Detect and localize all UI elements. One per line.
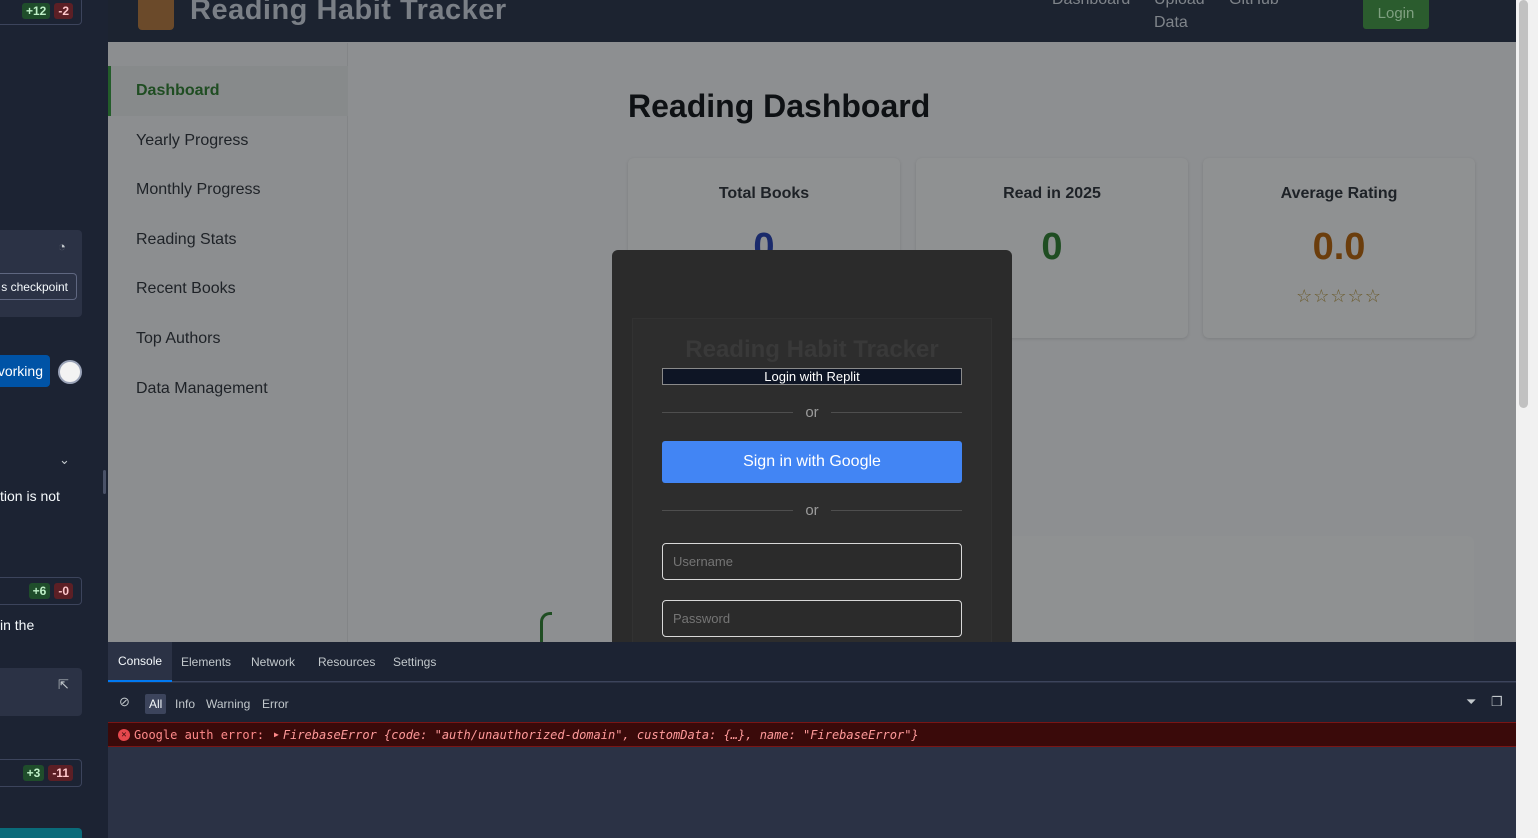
- error-prefix: Google auth error:: [134, 727, 265, 742]
- nav-dashboard[interactable]: Dashboard: [1052, 0, 1130, 12]
- stat-card-average-rating: Average Rating 0.0 ☆☆☆☆☆: [1203, 158, 1475, 338]
- expand-triangle-icon[interactable]: ▶: [274, 730, 279, 739]
- diff-deletions: -11: [48, 765, 73, 781]
- stat-label: Average Rating: [1280, 185, 1398, 202]
- diff-summary[interactable]: +12 -2: [0, 0, 82, 25]
- nav-github[interactable]: GitHub: [1229, 0, 1279, 12]
- google-sign-in-button[interactable]: Sign in with Google: [662, 441, 962, 483]
- tab-elements[interactable]: Elements: [181, 642, 231, 682]
- login-modal: Reading Habit Tracker Login with Replit …: [612, 250, 1012, 642]
- tab-resources[interactable]: Resources: [318, 642, 375, 682]
- devtools-panel: Console Elements Network Resources Setti…: [108, 642, 1516, 838]
- scrollbar-thumb[interactable]: [1519, 0, 1528, 408]
- message-text: in the: [0, 617, 35, 633]
- rating-stars: ☆☆☆☆☆: [1296, 286, 1382, 306]
- diff-additions: +12: [21, 3, 51, 19]
- preview-panel: [0, 668, 82, 716]
- working-status-button[interactable]: vorking: [0, 355, 50, 387]
- avatar: [58, 360, 82, 384]
- gauge-icon[interactable]: ◔: [58, 239, 66, 254]
- nav-upload-data[interactable]: Data: [1154, 11, 1188, 35]
- error-icon: ✕: [118, 728, 130, 741]
- console-toolbar: [108, 683, 1516, 723]
- chevron-down-icon[interactable]: ⌄: [59, 452, 70, 468]
- screen: +12 -2 ◔ s checkpoint vorking ⌄ tion is …: [0, 0, 1538, 838]
- or-label: or: [805, 403, 819, 421]
- stat-value: 0.0: [1312, 226, 1366, 268]
- diff-additions: +3: [22, 765, 45, 781]
- filter-all[interactable]: All: [145, 694, 167, 714]
- copy-icon[interactable]: ❐: [1491, 694, 1503, 710]
- app-logo: [138, 0, 174, 30]
- console-error-row[interactable]: ✕ Google auth error: ▶ FirebaseError {co…: [108, 722, 1516, 747]
- app-header: Reading Habit Tracker Dashboard Upload D…: [108, 0, 1516, 42]
- diff-summary[interactable]: +6 -0: [0, 577, 82, 605]
- login-with-replit-button[interactable]: Login with Replit: [662, 368, 962, 385]
- sidebar-item-top-authors[interactable]: Top Authors: [108, 314, 348, 364]
- filter-info[interactable]: Info: [175, 694, 195, 714]
- tab-network[interactable]: Network: [251, 642, 295, 682]
- diff-summary[interactable]: +3 -11: [0, 759, 82, 787]
- open-external-icon[interactable]: ⇱: [58, 677, 69, 693]
- or-label: or: [805, 501, 819, 519]
- password-field[interactable]: [662, 600, 962, 637]
- sidebar-item-recent-books[interactable]: Recent Books: [108, 264, 348, 314]
- tab-settings[interactable]: Settings: [393, 642, 436, 682]
- filter-warning[interactable]: Warning: [206, 694, 250, 714]
- stat-label: Read in 2025: [1003, 185, 1101, 202]
- modal-title: Reading Habit Tracker: [685, 336, 939, 363]
- sidebar-item-monthly-progress[interactable]: Monthly Progress: [108, 165, 348, 215]
- agent-panel: +12 -2 ◔ s checkpoint vorking ⌄ tion is …: [0, 0, 107, 838]
- sidebar-item-yearly-progress[interactable]: Yearly Progress: [108, 116, 348, 166]
- message-text: tion is not: [0, 488, 60, 504]
- stat-label: Total Books: [718, 185, 810, 202]
- sidebar-item-reading-stats[interactable]: Reading Stats: [108, 215, 348, 265]
- sidebar-nav: Dashboard Yearly Progress Monthly Progre…: [108, 43, 348, 642]
- error-detail[interactable]: FirebaseError {code: "auth/unauthorized-…: [283, 728, 919, 742]
- diff-additions: +6: [28, 583, 51, 599]
- tab-console[interactable]: Console: [108, 642, 173, 682]
- devtools-tabs: Console Elements Network Resources Setti…: [108, 642, 1516, 682]
- filter-error[interactable]: Error: [262, 694, 289, 714]
- clear-console-icon[interactable]: ⊘: [119, 694, 130, 710]
- chart-line: [540, 612, 552, 642]
- sidebar-item-data-management[interactable]: Data Management: [108, 364, 348, 414]
- action-bar[interactable]: [0, 828, 82, 838]
- filter-icon[interactable]: ⏷: [1466, 694, 1476, 710]
- resize-handle[interactable]: [103, 470, 106, 494]
- or-divider: or: [662, 500, 962, 520]
- login-button[interactable]: Login: [1363, 0, 1429, 29]
- webview-preview: Reading Habit Tracker Dashboard Upload D…: [108, 0, 1516, 642]
- brand-title[interactable]: Reading Habit Tracker: [190, 0, 507, 27]
- sidebar-item-dashboard[interactable]: Dashboard: [108, 66, 348, 116]
- diff-deletions: -2: [54, 3, 73, 19]
- or-divider: or: [662, 402, 962, 422]
- diff-deletions: -0: [54, 583, 73, 599]
- page-title: Reading Dashboard: [628, 88, 931, 124]
- rollback-checkpoint-button[interactable]: s checkpoint: [0, 273, 77, 300]
- username-field[interactable]: [662, 543, 962, 580]
